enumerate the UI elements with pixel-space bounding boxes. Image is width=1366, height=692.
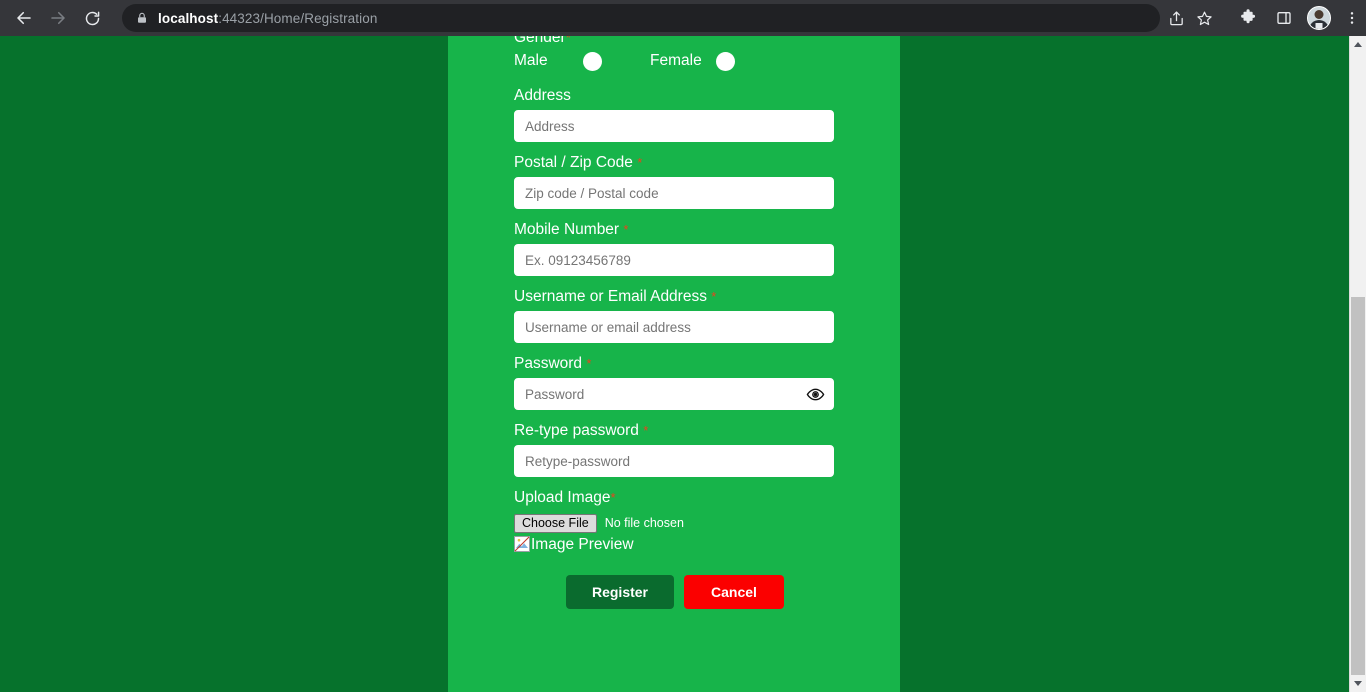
side-panel-icon[interactable]	[1270, 4, 1298, 32]
postal-required-asterisk: *	[637, 155, 643, 170]
address-label-text: Address	[514, 87, 571, 104]
forward-arrow-icon[interactable]	[44, 3, 72, 33]
upload-required-asterisk: *	[610, 490, 616, 505]
puzzle-piece-icon[interactable]	[1234, 4, 1262, 32]
upload-label-text: Upload Image	[514, 489, 611, 506]
gender-male-label: Male	[514, 52, 548, 69]
gender-required-asterisk: *	[565, 36, 571, 45]
broken-image-icon	[514, 536, 530, 552]
password-required-asterisk: *	[586, 356, 592, 371]
field-upload-image: Upload Image* Choose File No file chosen	[514, 488, 836, 554]
password-label: Password *	[514, 354, 836, 373]
gender-label: Gender*	[514, 36, 571, 47]
register-button[interactable]: Register	[566, 575, 674, 609]
avatar	[1307, 6, 1331, 30]
upload-image-label: Upload Image*	[514, 488, 836, 507]
scrollbar-thumb[interactable]	[1351, 297, 1365, 675]
eye-icon[interactable]	[805, 384, 825, 404]
gender-female-label: Female	[650, 52, 702, 69]
address-bar[interactable]: localhost:44323/Home/Registration	[122, 4, 1160, 32]
reload-icon[interactable]	[78, 3, 106, 33]
gender-radio-female[interactable]: Female	[650, 50, 735, 72]
field-address: Address	[514, 86, 836, 142]
mobile-label: Mobile Number *	[514, 220, 836, 239]
scroll-down-triangle-icon	[1354, 681, 1362, 686]
password-label-text: Password	[514, 355, 583, 372]
browser-toolbar: localhost:44323/Home/Registration	[0, 0, 1366, 36]
postal-label: Postal / Zip Code *	[514, 153, 836, 172]
radio-button-female[interactable]	[715, 51, 735, 71]
registration-form-card: Gender* Male Female Address Address Post…	[448, 36, 900, 692]
mobile-number-input[interactable]	[514, 244, 834, 276]
url-path: :44323/Home/Registration	[218, 10, 378, 26]
cancel-button[interactable]: Cancel	[684, 575, 784, 609]
retype-required-asterisk: *	[643, 423, 649, 438]
back-arrow-icon[interactable]	[10, 3, 38, 33]
username-label-text: Username or Email Address	[514, 288, 707, 305]
postal-label-text: Postal / Zip Code	[514, 154, 633, 171]
file-input-row[interactable]: Choose File No file chosen	[514, 513, 836, 533]
image-preview-alt-text: Image Preview	[531, 535, 634, 553]
gender-radio-group: Male Female	[514, 50, 836, 78]
url-host: localhost	[158, 10, 219, 26]
postal-code-input[interactable]	[514, 177, 834, 209]
field-username: Username or Email Address *	[514, 287, 836, 343]
retype-password-label: Re-type password *	[514, 421, 836, 440]
field-postal-code: Postal / Zip Code *	[514, 153, 836, 209]
retype-password-input[interactable]	[514, 445, 834, 477]
address-input[interactable]	[514, 110, 834, 142]
no-file-chosen-text: No file chosen	[604, 516, 684, 530]
mobile-required-asterisk: *	[623, 222, 629, 237]
scroll-up-triangle-icon	[1354, 42, 1362, 47]
lock-icon	[136, 11, 148, 25]
field-password: Password *	[514, 354, 836, 410]
form-fields: Address Postal / Zip Code * Mobile Numbe…	[514, 86, 836, 609]
form-action-buttons: Register Cancel	[514, 575, 836, 609]
username-label: Username or Email Address *	[514, 287, 836, 306]
password-input-wrapper	[514, 378, 834, 410]
page-viewport: Gender* Male Female Address Address Post…	[0, 36, 1366, 692]
radio-button-male[interactable]	[582, 51, 602, 71]
username-input[interactable]	[514, 311, 834, 343]
username-required-asterisk: *	[711, 289, 717, 304]
choose-file-button[interactable]: Choose File	[514, 513, 597, 533]
gender-label-text: Gender	[514, 36, 566, 46]
page-scrollbar[interactable]	[1349, 36, 1366, 692]
retype-label-text: Re-type password	[514, 422, 639, 439]
star-icon[interactable]	[1190, 4, 1218, 32]
gender-radio-male[interactable]: Male	[514, 50, 602, 72]
field-retype-password: Re-type password *	[514, 421, 836, 477]
share-icon[interactable]	[1162, 4, 1190, 32]
url-text: localhost:44323/Home/Registration	[158, 11, 377, 26]
profile-avatar[interactable]	[1306, 5, 1332, 31]
mobile-label-text: Mobile Number	[514, 221, 620, 238]
address-label: Address	[514, 86, 836, 105]
field-mobile-number: Mobile Number *	[514, 220, 836, 276]
scrollbar-down-arrow[interactable]	[1350, 675, 1366, 692]
image-preview-row: Image Preview	[514, 534, 836, 554]
password-input[interactable]	[514, 378, 834, 410]
scrollbar-up-arrow[interactable]	[1350, 36, 1366, 53]
three-dot-menu-icon[interactable]	[1338, 4, 1366, 32]
